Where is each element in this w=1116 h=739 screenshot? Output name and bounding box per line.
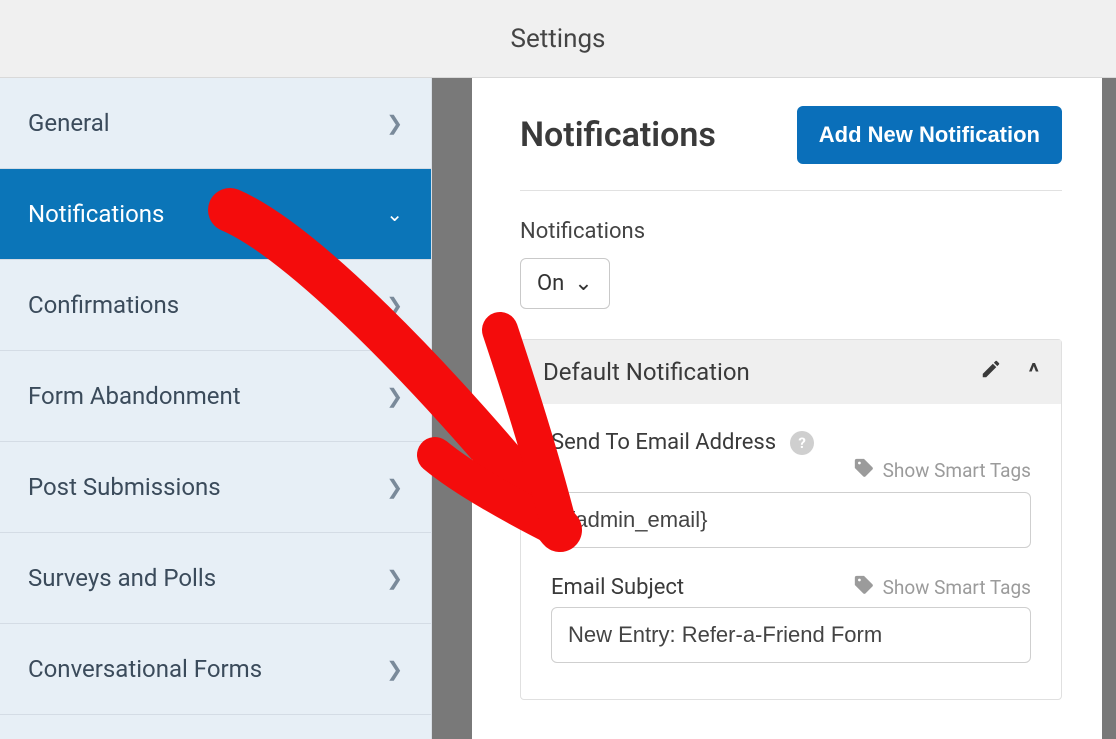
toggle-value: On: [537, 271, 564, 296]
sidebar-item-surveys-and-polls[interactable]: Surveys and Polls ❯: [0, 533, 431, 624]
chevron-right-icon: ❯: [386, 566, 403, 590]
sidebar-item-label: Confirmations: [28, 291, 179, 319]
content-wrap: Notifications Add New Notification Notif…: [472, 78, 1116, 739]
gutter: [432, 78, 472, 739]
chevron-right-icon: ❯: [386, 657, 403, 681]
send-to-label: Send To Email Address: [551, 430, 776, 455]
panel-body: Send To Email Address ? Show Smart Tags: [521, 404, 1061, 699]
sidebar-item-label: General: [28, 109, 110, 137]
tag-icon: [853, 574, 875, 601]
chevron-right-icon: ❯: [386, 111, 403, 135]
settings-sidebar: General ❯ Notifications ⌄ Confirmations …: [0, 78, 432, 739]
sidebar-item-general[interactable]: General ❯: [0, 78, 431, 169]
show-smart-tags-send-to[interactable]: Show Smart Tags: [551, 457, 1031, 484]
email-subject-label: Email Subject: [551, 575, 684, 600]
sidebar-item-label: Conversational Forms: [28, 655, 262, 683]
chevron-up-icon[interactable]: ^: [1028, 358, 1039, 386]
panel-header-actions: ^: [980, 358, 1039, 386]
add-new-notification-button[interactable]: Add New Notification: [797, 106, 1062, 164]
help-icon[interactable]: ?: [790, 431, 814, 455]
panel-title: Default Notification: [543, 358, 750, 386]
sidebar-item-post-submissions[interactable]: Post Submissions ❯: [0, 442, 431, 533]
chevron-down-icon: ⌄: [386, 202, 403, 226]
content-panel: Notifications Add New Notification Notif…: [472, 78, 1102, 739]
page-title: Settings: [511, 24, 606, 54]
show-smart-tags-subject[interactable]: Show Smart Tags: [853, 574, 1031, 601]
sidebar-item-notifications[interactable]: Notifications ⌄: [0, 169, 431, 260]
sidebar-item-label: Surveys and Polls: [28, 564, 216, 592]
sidebar-item-form-abandonment[interactable]: Form Abandonment ❯: [0, 351, 431, 442]
default-notification-panel: Default Notification ^ Send To Email Add…: [520, 339, 1062, 700]
top-bar: Settings: [0, 0, 1116, 78]
notifications-toggle-label: Notifications: [520, 219, 1062, 244]
pencil-icon[interactable]: [980, 358, 1002, 386]
chevron-down-icon: ⌄: [574, 271, 592, 296]
chevron-right-icon: ❯: [386, 384, 403, 408]
panel-header[interactable]: Default Notification ^: [521, 340, 1061, 404]
content-title: Notifications: [520, 115, 716, 155]
send-to-input[interactable]: [551, 492, 1031, 548]
chevron-right-icon: ❯: [386, 293, 403, 317]
sidebar-item-conversational-forms[interactable]: Conversational Forms ❯: [0, 624, 431, 715]
content-header: Notifications Add New Notification: [520, 106, 1062, 191]
email-subject-input[interactable]: [551, 607, 1031, 663]
smart-tags-label: Show Smart Tags: [883, 459, 1031, 482]
tag-icon: [853, 457, 875, 484]
field-email-subject: Email Subject Show Smart Tags: [551, 574, 1031, 663]
notifications-toggle-select[interactable]: On ⌄: [520, 258, 610, 309]
sidebar-item-label: Notifications: [28, 200, 164, 228]
sidebar-item-label: Post Submissions: [28, 473, 221, 501]
chevron-right-icon: ❯: [386, 475, 403, 499]
sidebar-item-label: Form Abandonment: [28, 382, 241, 410]
smart-tags-label: Show Smart Tags: [883, 576, 1031, 599]
field-send-to: Send To Email Address ? Show Smart Tags: [551, 430, 1031, 548]
page-root: Settings General ❯ Notifications ⌄ Confi…: [0, 0, 1116, 739]
body-row: General ❯ Notifications ⌄ Confirmations …: [0, 78, 1116, 739]
sidebar-item-confirmations[interactable]: Confirmations ❯: [0, 260, 431, 351]
